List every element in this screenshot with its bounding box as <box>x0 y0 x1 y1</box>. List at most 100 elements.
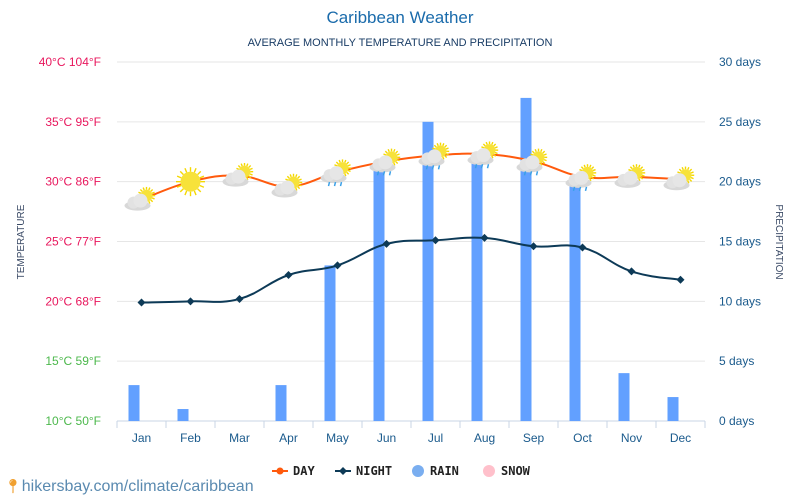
source-text: hikersbay.com/climate/caribbean <box>21 478 254 495</box>
sun-ray <box>640 166 644 170</box>
cloud-shape <box>476 148 491 163</box>
sun-ray <box>285 178 289 181</box>
sun-ray <box>530 153 534 156</box>
y-tick-label-right: 15 days <box>719 235 761 249</box>
night-point <box>627 267 636 276</box>
sun-ray <box>641 174 645 177</box>
sun-ray <box>583 164 586 168</box>
cloud-shape <box>574 170 589 185</box>
sun-ray <box>629 166 633 170</box>
rain-drop <box>437 165 441 170</box>
rain-drop <box>535 171 539 176</box>
night-line <box>141 236 681 304</box>
rain-drop <box>339 181 343 187</box>
x-tick-label: Oct <box>573 431 592 445</box>
rain-bar <box>422 121 434 421</box>
sun-ray <box>494 146 498 149</box>
rain-drop <box>327 181 331 187</box>
night-point <box>284 271 293 280</box>
y-tick-label-right: 30 days <box>719 55 761 69</box>
cloud-shape <box>427 149 442 164</box>
cloud-shape <box>329 166 344 181</box>
sun-ray <box>347 164 351 167</box>
rain-bar <box>471 157 483 421</box>
legend: DAY NIGHT RAIN SNOW <box>272 464 531 478</box>
rain-bar <box>520 97 532 422</box>
night-series <box>137 233 685 307</box>
x-tick-label: Jun <box>377 431 396 445</box>
sun-ray <box>681 166 684 170</box>
rain-bar <box>569 181 581 421</box>
sun-ray <box>592 174 596 177</box>
sun-ray <box>689 179 693 182</box>
sun-ray <box>396 153 400 156</box>
sun-ray <box>142 187 145 191</box>
cloud-shape <box>231 169 246 184</box>
sun-ray <box>249 167 253 171</box>
sun-ray <box>289 174 292 178</box>
sun-ray <box>678 168 682 172</box>
sun-ray <box>338 159 341 163</box>
rain-bar <box>128 385 140 421</box>
night-point <box>186 297 195 306</box>
sun-ray <box>444 144 448 148</box>
sun-ray <box>396 158 400 162</box>
sun-ray <box>248 165 252 168</box>
y-axis-title-right: PRECIPITATION <box>773 204 784 279</box>
y-tick-label: 15°C 59°F <box>45 354 101 368</box>
legend-label: DAY <box>293 464 315 478</box>
x-tick-label: Feb <box>180 431 201 445</box>
y-tick-label-right: 0 days <box>719 414 754 428</box>
x-axis: Jan Feb Mar Apr May Jun Jul Aug Sep Oct Nov Dec <box>116 421 706 445</box>
rain-drop <box>431 165 435 170</box>
sun-ray <box>445 147 449 150</box>
sun-ray <box>184 190 188 196</box>
legend-item-snow: SNOW <box>483 464 531 478</box>
day-series <box>141 152 681 201</box>
sun-ray <box>384 150 388 154</box>
rain-drop <box>388 171 392 176</box>
sun-ray <box>237 165 241 168</box>
sun-ray <box>193 190 197 196</box>
partly-cloudy-icon <box>663 166 695 191</box>
rain-drop <box>376 171 380 176</box>
sun-ray <box>689 168 693 172</box>
sun-ray <box>395 150 399 154</box>
sunny-icon <box>176 167 205 197</box>
cloud-shape <box>672 173 687 188</box>
partly-cloudy-icon <box>614 164 646 188</box>
sun-ray <box>690 171 694 174</box>
x-tick-label: Jul <box>428 431 443 445</box>
sun-ray <box>445 152 449 156</box>
sun-ray <box>383 153 387 156</box>
sun-ray <box>139 188 143 192</box>
chart-subtitle: AVERAGE MONTHLY TEMPERATURE AND PRECIPIT… <box>248 37 553 49</box>
legend-swatch <box>483 465 495 477</box>
sun-ray <box>184 168 188 173</box>
y-tick-label: 10°C 50°F <box>45 414 101 428</box>
sun-ray <box>346 171 350 175</box>
legend-marker <box>276 467 284 475</box>
partly-cloudy-icon <box>124 186 156 211</box>
sun-ray <box>543 158 547 162</box>
sun-ray <box>491 141 494 145</box>
rain-drop <box>578 186 582 192</box>
y-axis-left: 40°C 104°F 35°C 95°F 30°C 86°F 25°C 77°F 20°… <box>39 55 101 428</box>
x-tick-label: Sep <box>523 431 545 445</box>
sun-ray <box>531 150 535 154</box>
sun-ray <box>579 168 583 172</box>
y-tick-label-right: 5 days <box>719 354 754 368</box>
sun-ray <box>249 173 253 176</box>
sun-ray <box>179 188 184 193</box>
sun-ray <box>687 166 690 170</box>
cloud-shape <box>378 155 393 170</box>
x-tick-label: Jan <box>132 431 151 445</box>
sun-disc <box>180 171 201 192</box>
legend-item-rain: RAIN <box>412 464 459 478</box>
weather-icons <box>124 141 695 211</box>
sun-ray <box>638 164 641 168</box>
source-link[interactable]: 📍︎hikersbay.com/climate/caribbean <box>4 478 254 496</box>
rain-drop <box>480 163 484 169</box>
x-tick-label: Dec <box>670 431 691 445</box>
sun-ray <box>493 143 497 147</box>
